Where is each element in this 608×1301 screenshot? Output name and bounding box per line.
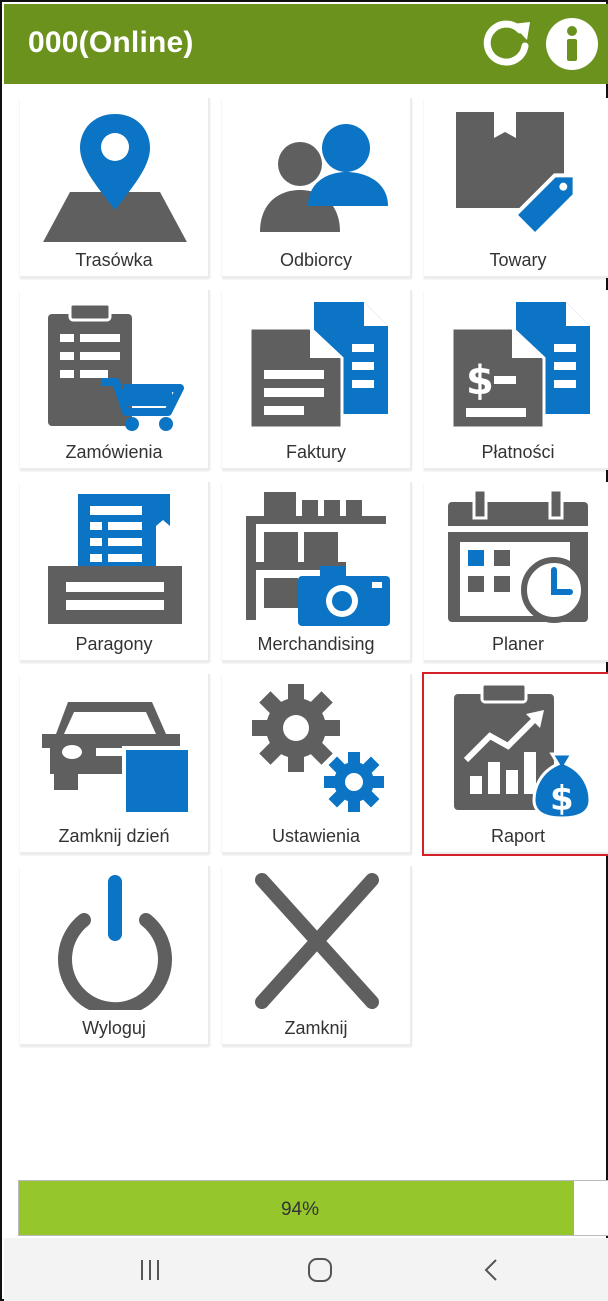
clipboard-cart-icon <box>48 302 184 431</box>
tile-platnosci[interactable]: $ Płatności <box>424 290 608 470</box>
app-header: 000(Online) <box>4 4 608 84</box>
tile-label: Towary <box>489 250 547 270</box>
tile-label: Zamówienia <box>65 442 163 462</box>
tile-trasowka[interactable]: Trasówka <box>20 98 210 278</box>
close-x-icon <box>255 873 379 1009</box>
tile-label: Merchandising <box>257 634 375 654</box>
tile-zamowienia[interactable]: Zamówienia <box>20 290 210 470</box>
tile-label: Trasówka <box>75 250 153 270</box>
tile-label: Płatności <box>481 442 555 462</box>
car-icon <box>42 702 190 816</box>
tile-faktury[interactable]: Faktury <box>222 290 412 470</box>
tile-label: Wyloguj <box>82 1018 146 1038</box>
gears-icon <box>252 684 384 812</box>
tile-label: Raport <box>490 826 546 846</box>
connection-title: 000(Online) <box>28 26 194 59</box>
tile-raport[interactable]: $ Raport <box>422 672 608 856</box>
receipt-printer-icon <box>48 494 182 624</box>
recent-apps-icon[interactable] <box>130 1256 170 1284</box>
tile-merchandising[interactable]: Merchandising <box>222 482 412 662</box>
app-frame: 000(Online) Trasówka Odbiorcy Towary Zam… <box>0 0 608 1301</box>
dollar-documents-icon: $ <box>450 302 590 430</box>
tile-zamknij-dzien[interactable]: Zamknij dzień <box>20 674 210 854</box>
progress-percent: 94% <box>280 1199 320 1220</box>
tile-towary[interactable]: Towary <box>424 98 608 278</box>
power-icon <box>58 875 172 1010</box>
tile-label: Ustawienia <box>271 826 361 846</box>
tile-wyloguj[interactable]: Wyloguj <box>20 866 210 1046</box>
calendar-clock-icon <box>448 488 588 623</box>
box-tag-icon <box>456 112 577 238</box>
home-icon[interactable] <box>300 1256 340 1284</box>
tile-ustawienia[interactable]: Ustawienia <box>222 674 412 854</box>
back-icon[interactable] <box>472 1256 512 1284</box>
tile-label: Paragony <box>75 634 153 654</box>
sync-progress-bar: 94% <box>18 1180 608 1236</box>
refresh-icon[interactable] <box>478 16 534 72</box>
report-money-icon: $ <box>454 682 592 818</box>
tile-odbiorcy[interactable]: Odbiorcy <box>222 98 412 278</box>
tile-label: Planer <box>491 634 545 654</box>
tile-label: Zamknij dzień <box>58 826 170 846</box>
shelf-camera-icon <box>246 492 390 626</box>
users-icon <box>260 124 388 232</box>
svg-text:$: $ <box>466 358 494 404</box>
tile-planer[interactable]: Planer <box>424 482 608 662</box>
tile-label: Zamknij <box>284 1018 348 1038</box>
tile-zamknij[interactable]: Zamknij <box>222 866 412 1046</box>
svg-text:$: $ <box>550 779 574 818</box>
tile-label: Odbiorcy <box>279 250 353 270</box>
documents-icon <box>248 302 388 430</box>
info-icon[interactable] <box>544 16 600 72</box>
tile-paragony[interactable]: Paragony <box>20 482 210 662</box>
system-nav-bar <box>4 1238 608 1301</box>
map-pin-icon <box>43 114 187 242</box>
tile-label: Faktury <box>285 442 346 462</box>
